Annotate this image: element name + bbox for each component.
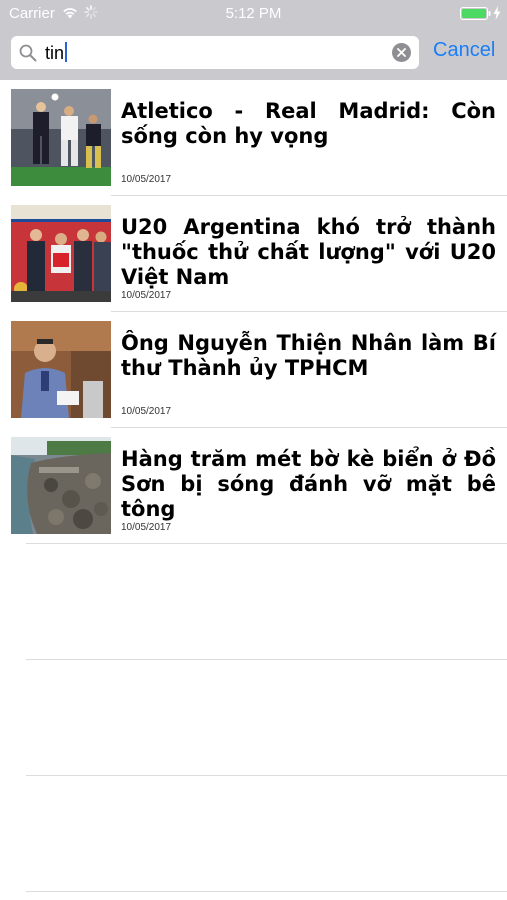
search-icon bbox=[19, 44, 37, 62]
article-date: 10/05/2017 bbox=[121, 174, 172, 185]
article-thumbnail-football-match bbox=[11, 89, 111, 186]
article-title[interactable]: Atletico - Real Madrid: Còn sống còn hy … bbox=[121, 99, 496, 149]
article-date: 10/05/2017 bbox=[121, 406, 172, 417]
battery-icon bbox=[460, 7, 491, 20]
empty-row-separator bbox=[26, 891, 507, 892]
empty-row-separator bbox=[26, 775, 507, 776]
article-thumbnail-sea-embankment bbox=[11, 437, 111, 534]
article-row[interactable]: Hàng trăm mét bờ kè biển ở Đồ Sơn bị són… bbox=[0, 428, 507, 544]
search-header: Carrier 5:12 PM tin Cancel bbox=[0, 0, 507, 80]
status-time: 5:12 PM bbox=[225, 5, 282, 22]
article-row[interactable]: Ông Nguyễn Thiện Nhân làm Bí thư Thành ủ… bbox=[0, 312, 507, 428]
article-title[interactable]: Ông Nguyễn Thiện Nhân làm Bí thư Thành ủ… bbox=[121, 331, 496, 381]
clear-search-icon[interactable] bbox=[392, 43, 411, 62]
article-title[interactable]: U20 Argentina khó trở thành "thuốc thử c… bbox=[121, 215, 496, 290]
article-date: 10/05/2017 bbox=[121, 522, 172, 533]
search-query-text[interactable]: tin bbox=[45, 42, 68, 64]
article-thumbnail-politician-speaking bbox=[11, 321, 111, 418]
status-bar: Carrier 5:12 PM bbox=[0, 0, 507, 28]
search-input[interactable]: tin bbox=[11, 36, 419, 69]
article-date: 10/05/2017 bbox=[121, 290, 172, 301]
text-cursor bbox=[65, 42, 68, 62]
article-title[interactable]: Hàng trăm mét bờ kè biển ở Đồ Sơn bị són… bbox=[121, 447, 496, 522]
search-results-list: Atletico - Real Madrid: Còn sống còn hy … bbox=[0, 80, 507, 544]
row-separator bbox=[26, 543, 507, 544]
article-row[interactable]: Atletico - Real Madrid: Còn sống còn hy … bbox=[0, 80, 507, 196]
cancel-button[interactable]: Cancel bbox=[433, 39, 495, 62]
empty-row-separator bbox=[26, 659, 507, 660]
article-thumbnail-press-conference bbox=[11, 205, 111, 302]
charging-bolt-icon bbox=[493, 6, 501, 20]
article-row[interactable]: U20 Argentina khó trở thành "thuốc thử c… bbox=[0, 196, 507, 312]
